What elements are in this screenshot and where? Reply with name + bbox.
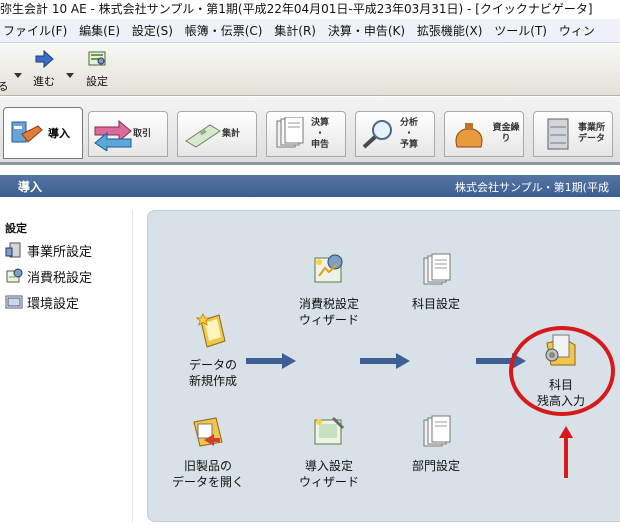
tax-wizard-item[interactable]: 消費税設定 ウィザード: [287, 252, 371, 328]
forward-arrow-icon: [35, 49, 54, 69]
server-icon: [538, 117, 578, 151]
tab-aggregate[interactable]: 集計: [177, 111, 257, 157]
sidebar-item-environment[interactable]: 環境設定: [5, 292, 79, 312]
menu-edit[interactable]: 編集(E): [76, 19, 125, 42]
transactions-tab-icon: [93, 117, 133, 151]
company-period: 株式会社サンプル・第1期(平成: [455, 181, 609, 194]
flow-arrow-2: [360, 353, 410, 369]
account-settings-item[interactable]: 科目設定: [399, 252, 473, 312]
sidebar: 設定 事業所設定 消費税設定 環境設定: [0, 210, 133, 522]
department-settings-icon: [423, 415, 451, 447]
menu-bar: ファイル(F) 編集(E) 設定(S) 帳簿・伝票(C) 集計(R) 決算・申告…: [0, 19, 620, 43]
open-old-data-item[interactable]: 旧製品の データを開く: [161, 414, 255, 490]
settings-icon: [88, 51, 106, 66]
highlight-circle: [509, 326, 615, 416]
tax-wizard-icon: [314, 254, 343, 283]
section-title: 導入: [18, 180, 43, 194]
menu-ledger[interactable]: 帳簿・伝票(C): [182, 19, 268, 42]
flow-arrow-1: [246, 353, 296, 369]
tab-cash-flow[interactable]: 資金繰り: [444, 111, 524, 157]
menu-tools[interactable]: ツール(T): [491, 19, 552, 42]
sidebar-item-label: 消費税設定: [27, 270, 93, 286]
menu-file[interactable]: ファイル(F): [0, 19, 72, 42]
tab-closing-filing[interactable]: 決算 ・ 申告: [266, 111, 346, 157]
new-data-item[interactable]: データの 新規作成: [171, 313, 255, 389]
back-button[interactable]: る: [0, 78, 10, 94]
magnifier-icon: [360, 117, 400, 151]
setup-wizard-icon: [314, 416, 345, 445]
sidebar-item-label: 環境設定: [27, 296, 80, 312]
toolbar: る 進む 設定: [0, 44, 620, 96]
sidebar-item-label: 事業所設定: [27, 244, 93, 260]
account-settings-icon: [423, 253, 451, 285]
sidebar-item-business-settings[interactable]: 事業所設定: [5, 240, 92, 260]
calculator-icon: [182, 117, 222, 151]
tab-business-data[interactable]: 事業所 データ: [533, 111, 613, 157]
sidebar-item-consumption-tax[interactable]: 消費税設定: [5, 266, 92, 286]
tab-transactions[interactable]: 取引: [88, 111, 168, 157]
department-settings-item[interactable]: 部門設定: [399, 414, 473, 474]
introduction-tab-icon: [8, 116, 48, 150]
documents-icon: [271, 117, 311, 151]
function-tabs: 導入 取引 集計 決算 ・ 申告 分析 ・ 予算 資金繰り 事業所 データ: [0, 97, 620, 165]
tab-analysis-budget[interactable]: 分析 ・ 予算: [355, 111, 435, 157]
consumption-tax-icon: [6, 268, 23, 283]
menu-closing[interactable]: 決算・申告(K): [325, 19, 410, 42]
menu-aggregate[interactable]: 集計(R): [271, 19, 321, 42]
red-pointer-arrow: [559, 426, 573, 478]
back-dropdown-icon[interactable]: [14, 68, 22, 82]
sidebar-heading: 設定: [5, 222, 27, 235]
menu-settings[interactable]: 設定(S): [129, 19, 178, 42]
menu-window[interactable]: ウィン: [556, 19, 600, 42]
forward-dropdown-icon[interactable]: [66, 68, 74, 82]
new-data-icon: [195, 313, 226, 348]
menu-extensions[interactable]: 拡張機能(X): [414, 19, 488, 42]
money-bag-icon: [449, 117, 489, 151]
tab-introduction[interactable]: 導入: [3, 107, 83, 159]
setup-wizard-item[interactable]: 導入設定 ウィザード: [287, 414, 371, 490]
environment-settings-icon: [5, 295, 23, 309]
open-old-data-icon: [193, 417, 223, 447]
window-title: 弥生会計 10 AE - 株式会社サンプル・第1期(平成22年04月01日-平成…: [0, 0, 620, 19]
settings-button[interactable]: 設定: [80, 50, 114, 89]
section-header: 導入 株式会社サンプル・第1期(平成: [0, 175, 620, 197]
business-settings-icon: [5, 242, 21, 258]
forward-button[interactable]: 進む: [26, 49, 62, 89]
